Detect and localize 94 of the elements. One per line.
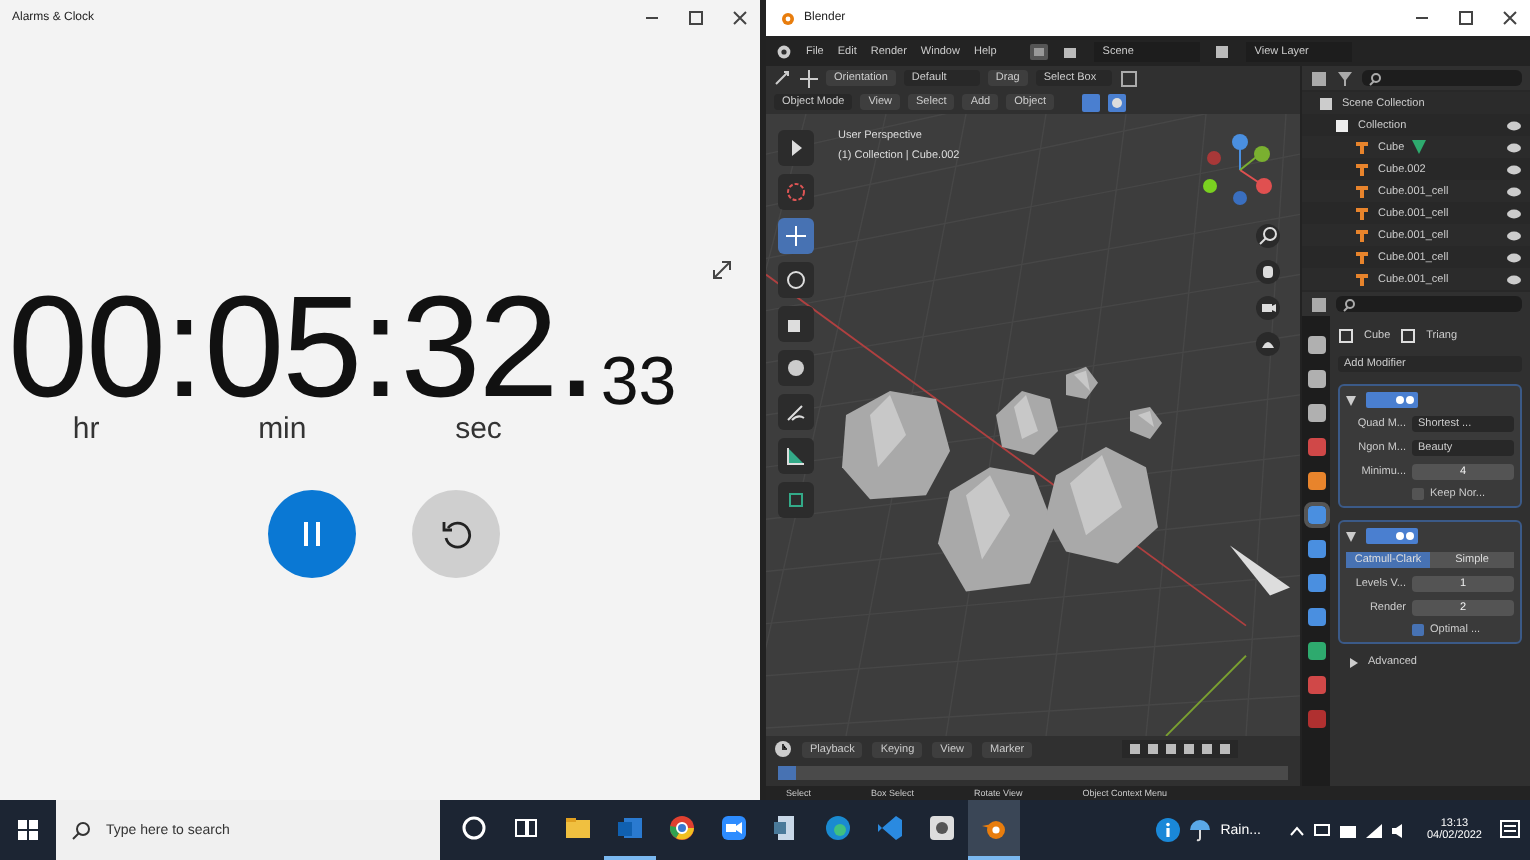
monitor-icon[interactable] [1314, 823, 1331, 837]
y-axis-line [1165, 654, 1247, 736]
tool-icon [786, 402, 806, 422]
app-icon [564, 814, 592, 842]
tool-button[interactable] [778, 394, 814, 430]
checkbox[interactable] [1412, 624, 1424, 636]
close-icon[interactable] [732, 10, 748, 26]
editor-type-icon[interactable] [1310, 295, 1328, 313]
properties-tab[interactable] [1307, 404, 1325, 422]
maximize-icon[interactable] [1458, 10, 1474, 26]
app-icon [512, 814, 540, 842]
modifier-toggles-icon[interactable] [1366, 528, 1418, 544]
windows-icon [18, 820, 38, 840]
expand-arrow-icon[interactable] [1346, 531, 1356, 541]
move-arrows-icon[interactable] [800, 69, 818, 87]
tool-icon [786, 270, 806, 290]
time-separator: : [164, 276, 205, 420]
search-icon [1342, 297, 1356, 311]
search-icon [72, 821, 90, 839]
transform-orientation-icon[interactable] [774, 70, 792, 86]
view-layer-icon[interactable] [1214, 43, 1233, 59]
clock-icon[interactable] [774, 740, 792, 758]
chevron-up-icon[interactable] [1290, 825, 1305, 835]
time-hundredths: 33 [600, 344, 677, 422]
app-icon [824, 814, 852, 842]
time-separator: : [360, 276, 401, 420]
rock [1066, 366, 1098, 399]
properties-tab[interactable] [1307, 676, 1325, 694]
app-icon [720, 814, 748, 842]
app-icon [616, 814, 644, 842]
app-icon [460, 814, 488, 842]
search-field[interactable] [1362, 70, 1522, 86]
umbrella-icon [1190, 819, 1211, 841]
expand-icon[interactable] [712, 260, 732, 280]
tool-icon [786, 358, 806, 378]
search-field[interactable] [1336, 296, 1522, 312]
workspace-icon[interactable] [1030, 43, 1049, 59]
pause-icon [302, 522, 322, 546]
zoom-icon[interactable] [1256, 224, 1280, 248]
properties-tab[interactable] [1307, 472, 1325, 490]
scene-icon[interactable] [1062, 43, 1081, 59]
expand-arrow-icon[interactable] [1350, 657, 1358, 667]
properties-tab[interactable] [1307, 574, 1325, 592]
tool-icon [786, 446, 806, 466]
rock [842, 390, 950, 500]
snap-icon[interactable] [1119, 69, 1138, 87]
tool-icon [786, 226, 806, 246]
overlay-icon[interactable] [1082, 93, 1101, 111]
reset-button[interactable] [412, 490, 500, 578]
tool-icon [786, 182, 806, 202]
playback-controls[interactable] [1122, 740, 1239, 758]
tool-button[interactable] [778, 482, 814, 518]
checkbox[interactable] [1412, 488, 1424, 500]
tool-button[interactable] [778, 350, 814, 386]
tool-icon [786, 490, 806, 510]
reset-icon [440, 518, 472, 550]
network-icon[interactable] [1366, 823, 1383, 837]
modifier-toggles-icon[interactable] [1366, 392, 1418, 408]
tool-button[interactable] [778, 262, 814, 298]
rock [938, 467, 1054, 592]
notifications-icon[interactable] [1500, 820, 1520, 840]
maximize-icon[interactable] [688, 10, 704, 26]
close-icon[interactable] [1502, 10, 1518, 26]
tool-button[interactable] [778, 130, 814, 166]
app-icon [772, 814, 800, 842]
folder-icon[interactable] [1340, 823, 1357, 837]
object-icon [1338, 328, 1354, 344]
tool-icon [786, 138, 806, 158]
time-separator: . [556, 276, 597, 420]
tool-button[interactable] [778, 438, 814, 474]
tool-button[interactable] [778, 306, 814, 342]
modifier-icon [1400, 328, 1417, 344]
properties-tab[interactable] [1307, 336, 1325, 354]
pointer-shape [1230, 545, 1290, 596]
info-icon[interactable] [1156, 818, 1181, 842]
properties-tab[interactable] [1307, 370, 1325, 388]
current-frame-marker[interactable] [778, 766, 796, 780]
rock [1130, 406, 1162, 440]
search-icon [1368, 71, 1382, 85]
properties-tab[interactable] [1307, 642, 1325, 660]
camera-icon[interactable] [1256, 296, 1280, 320]
tool-icon [786, 314, 806, 334]
editor-type-icon[interactable] [1310, 69, 1328, 87]
expand-arrow-icon[interactable] [1346, 395, 1356, 405]
app-icon [668, 814, 696, 842]
blender-logo-icon[interactable] [776, 43, 792, 59]
properties-tab[interactable] [1307, 540, 1325, 558]
properties-tab[interactable] [1307, 608, 1325, 626]
shading-icon[interactable] [1108, 93, 1127, 111]
properties-tab[interactable] [1307, 438, 1325, 456]
app-icon [876, 814, 904, 842]
app-icon [928, 814, 956, 842]
tool-button[interactable] [778, 218, 814, 254]
pause-button[interactable] [268, 490, 356, 578]
